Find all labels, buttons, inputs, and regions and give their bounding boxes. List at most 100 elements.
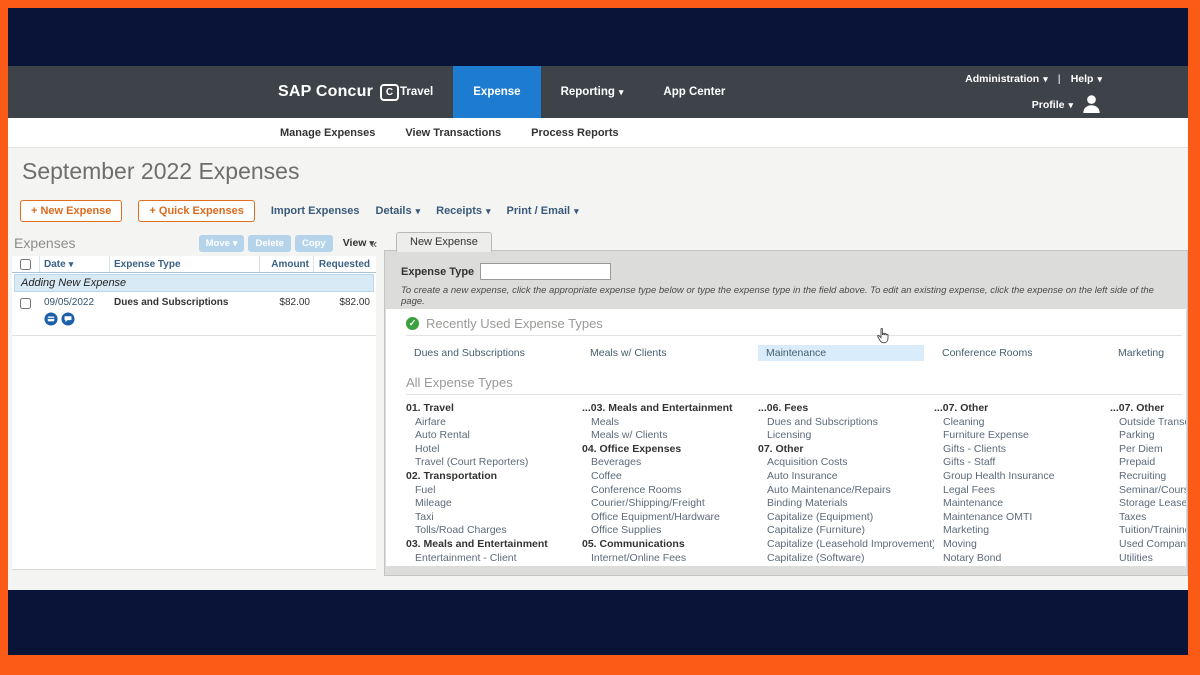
- details-menu[interactable]: Details▾: [376, 205, 421, 217]
- expense-type-item[interactable]: Courier/Shipping/Freight: [582, 497, 758, 511]
- expense-type-item[interactable]: Storage Lease: [1110, 497, 1186, 511]
- recently-used-list: Dues and Subscriptions Meals w/ Clients Ma…: [406, 336, 1186, 373]
- column-date[interactable]: Date ▾: [40, 256, 110, 272]
- expenses-panel: Expenses Move▾DeleteCopy View ▾ Date ▾: [12, 232, 376, 570]
- expense-type-item[interactable]: Beverages: [582, 456, 758, 470]
- expense-type-item[interactable]: Meals w/ Clients: [582, 429, 758, 443]
- expense-type-column: ...07. OtherOutside Transcription SePark…: [1110, 402, 1186, 565]
- table-row[interactable]: 09/05/2022 Dues and Subscriptions $82.00: [12, 293, 376, 336]
- expense-type-item[interactable]: Moving: [934, 538, 1110, 552]
- expense-type-item[interactable]: Seminar/Course Fees: [1110, 484, 1186, 498]
- expense-type-item[interactable]: Mileage: [406, 497, 582, 511]
- expense-type-item[interactable]: Hotel: [406, 443, 582, 457]
- copy-button[interactable]: Copy: [295, 235, 333, 252]
- expense-type-item[interactable]: Dues and Subscriptions: [758, 416, 934, 430]
- expense-type-item[interactable]: Acquisition Costs: [758, 456, 934, 470]
- expense-type-item[interactable]: Maintenance: [934, 497, 1110, 511]
- expense-type-item[interactable]: Outside Transcription Se: [1110, 416, 1186, 430]
- expense-type-item[interactable]: Gifts - Staff: [934, 456, 1110, 470]
- expense-type-item[interactable]: CD Supplies: [758, 565, 934, 566]
- expense-type-item[interactable]: Meals: [582, 416, 758, 430]
- recent-expense-type-conference-rooms[interactable]: Conference Rooms: [934, 345, 1100, 361]
- import-expenses-menu[interactable]: Import Expenses: [271, 205, 360, 217]
- expense-type-item[interactable]: Utilities: [1110, 552, 1186, 566]
- expense-type-item[interactable]: Gifts - Clients: [934, 443, 1110, 457]
- expense-type-item[interactable]: Group Health Insurance: [934, 470, 1110, 484]
- expense-type-item[interactable]: Cleaning: [934, 416, 1110, 430]
- recent-expense-type-dues-and-subscriptions[interactable]: Dues and Subscriptions: [406, 345, 572, 361]
- expense-type-item[interactable]: Legal Fees: [934, 484, 1110, 498]
- expense-type-item[interactable]: Capitalize (Leasehold Improvement): [758, 538, 934, 552]
- expense-type-item[interactable]: Office Equipment/Hardware: [582, 511, 758, 525]
- receipts-menu[interactable]: Receipts▾: [436, 205, 490, 217]
- expense-type-item[interactable]: Parking: [1110, 429, 1186, 443]
- expense-type-item[interactable]: Capitalize (Furniture): [758, 524, 934, 538]
- expense-type-item[interactable]: Capitalize (Software): [758, 552, 934, 566]
- recent-expense-type-meals-w-clients[interactable]: Meals w/ Clients: [582, 345, 748, 361]
- administration-menu[interactable]: Administration ▾: [965, 73, 1048, 85]
- move-button[interactable]: Move▾: [199, 235, 245, 252]
- expense-type-item[interactable]: Internet/Online Fees: [582, 552, 758, 566]
- expense-type-column: 01. TravelAirfareAuto RentalHotelTravel …: [406, 402, 582, 566]
- nav-reporting[interactable]: Reporting▾: [541, 66, 644, 118]
- recently-used-title: Recently Used Expense Types: [426, 316, 603, 331]
- expense-type-item[interactable]: Auto Rental: [406, 429, 582, 443]
- app-window: SAP Concur C TravelExpenseReporting▾App …: [8, 8, 1188, 655]
- expense-type-item[interactable]: Travel (Court Reporters): [406, 456, 582, 470]
- expense-type-item[interactable]: Per Diem: [1110, 443, 1186, 457]
- expense-type-item[interactable]: Marketing: [934, 524, 1110, 538]
- nav-expense[interactable]: Expense: [453, 66, 540, 118]
- comment-icon[interactable]: [61, 312, 75, 331]
- expense-type-item[interactable]: Tuition/Training Reimbu: [1110, 524, 1186, 538]
- expense-type-item[interactable]: Auto Insurance: [758, 470, 934, 484]
- profile-menu[interactable]: Profile ▾: [1032, 99, 1073, 111]
- new-expense-button[interactable]: + New Expense: [20, 200, 122, 222]
- expense-type-item[interactable]: Airfare: [406, 416, 582, 430]
- recent-expense-type-maintenance[interactable]: Maintenance: [758, 345, 924, 361]
- expense-type-item[interactable]: Fuel: [406, 484, 582, 498]
- collapse-panel-icon[interactable]: «: [370, 236, 377, 251]
- expense-type-item[interactable]: Office Supplies: [582, 524, 758, 538]
- expense-type-item[interactable]: Used Company Funds f: [1110, 538, 1186, 552]
- expense-type-item[interactable]: Taxes: [1110, 511, 1186, 525]
- expense-type-item[interactable]: Maintenance OMTI: [934, 511, 1110, 525]
- expense-type-item[interactable]: Licensing: [758, 429, 934, 443]
- expense-type-input[interactable]: [480, 263, 611, 280]
- subnav-manage-expenses[interactable]: Manage Expenses: [280, 127, 375, 139]
- expense-type-item[interactable]: Telephone: [582, 565, 758, 566]
- expense-type-item[interactable]: Entertainment - Staff: [406, 565, 582, 566]
- expense-type-item[interactable]: Capitalize (Equipment): [758, 511, 934, 525]
- column-amount[interactable]: Amount: [260, 256, 314, 272]
- view-label: View: [343, 237, 367, 249]
- tab-new-expense[interactable]: New Expense: [396, 232, 492, 252]
- print-email-menu[interactable]: Print / Email▾: [507, 205, 579, 217]
- quick-expenses-button[interactable]: + Quick Expenses: [138, 200, 254, 222]
- avatar-icon[interactable]: [1081, 94, 1102, 116]
- check-circle-icon: ✓: [406, 317, 419, 330]
- help-menu[interactable]: Help ▾: [1071, 73, 1102, 85]
- expense-type-item[interactable]: Recruiting: [1110, 470, 1186, 484]
- expense-type-item[interactable]: Conference Rooms: [582, 484, 758, 498]
- subnav-process-reports[interactable]: Process Reports: [531, 127, 618, 139]
- expense-type-item[interactable]: Prepaid: [1110, 456, 1186, 470]
- column-expense-type[interactable]: Expense Type: [110, 256, 260, 272]
- expense-type-item[interactable]: Auto Maintenance/Repairs: [758, 484, 934, 498]
- delete-button[interactable]: Delete: [248, 235, 291, 252]
- recent-expense-type-marketing[interactable]: Marketing: [1110, 345, 1186, 361]
- expense-type-item[interactable]: Furniture Expense: [934, 429, 1110, 443]
- nav-travel[interactable]: Travel: [380, 66, 453, 118]
- all-types-header: All Expense Types: [406, 375, 1182, 395]
- expense-type-item[interactable]: Tolls/Road Charges: [406, 524, 582, 538]
- expense-type-item[interactable]: Coffee: [582, 470, 758, 484]
- nav-app-center[interactable]: App Center: [643, 66, 745, 118]
- select-all-checkbox[interactable]: [20, 259, 31, 270]
- expense-type-item[interactable]: Office Rent/Lease: [934, 565, 1110, 566]
- expense-type-item[interactable]: Taxi: [406, 511, 582, 525]
- subnav-view-transactions[interactable]: View Transactions: [405, 127, 501, 139]
- column-requested[interactable]: Requested: [314, 256, 374, 272]
- expense-type-item[interactable]: Notary Bond: [934, 552, 1110, 566]
- card-transaction-icon[interactable]: [44, 312, 58, 331]
- row-checkbox[interactable]: [20, 298, 31, 309]
- expense-type-item[interactable]: Binding Materials: [758, 497, 934, 511]
- expense-type-item[interactable]: Entertainment - Client: [406, 552, 582, 566]
